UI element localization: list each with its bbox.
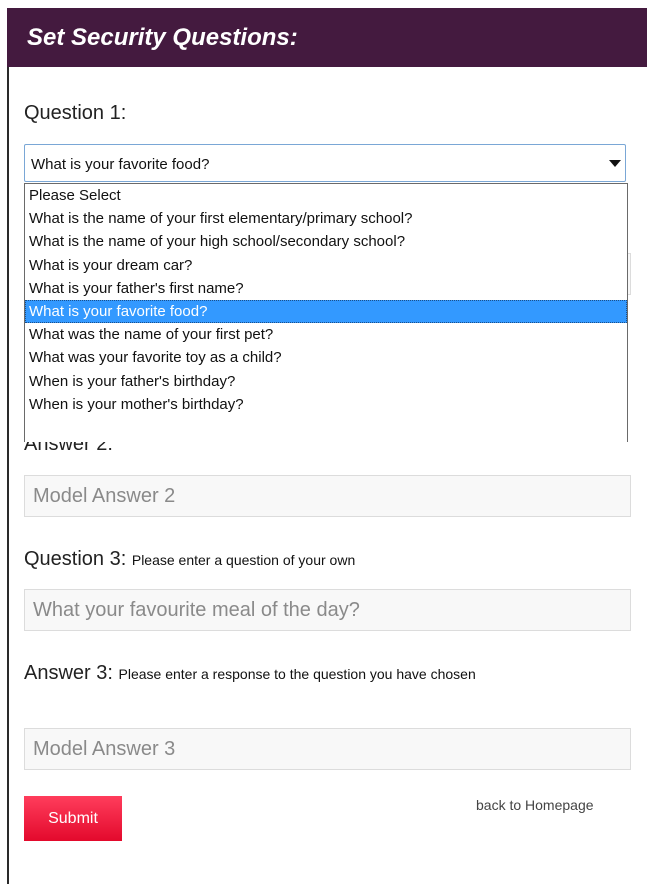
submit-button[interactable]: Submit: [24, 796, 122, 841]
page-title: Set Security Questions:: [27, 24, 298, 51]
answer-3-input[interactable]: [24, 728, 631, 770]
page-header: Set Security Questions:: [7, 8, 647, 67]
dropdown-option[interactable]: What was your favorite toy as a child?: [25, 346, 627, 369]
question-1-dropdown-list[interactable]: Please Select What is the name of your fi…: [24, 183, 628, 442]
question-3-label-row: Question 3: Please enter a question of y…: [24, 547, 355, 572]
dropdown-option[interactable]: Please Select: [25, 184, 627, 207]
answer-3-label-row: Answer 3: Please enter a response to the…: [24, 659, 624, 688]
panel-left-border: [7, 67, 9, 884]
chevron-down-icon[interactable]: [609, 160, 621, 167]
question-1-label: Question 1:: [24, 102, 127, 124]
dropdown-option[interactable]: What was the name of your first pet?: [25, 323, 627, 346]
dropdown-option[interactable]: When is your father's birthday?: [25, 370, 627, 393]
dropdown-option[interactable]: What is your favorite food?: [25, 299, 627, 324]
question-3-hint: Please enter a question of your own: [131, 552, 356, 568]
question-3-label: Question 3:: [24, 548, 127, 570]
dropdown-option[interactable]: What is the name of your high school/sec…: [25, 230, 627, 253]
question-3-input[interactable]: [24, 589, 631, 631]
dropdown-option[interactable]: What is the name of your first elementar…: [25, 207, 627, 230]
back-to-homepage-link[interactable]: back to Homepage: [476, 797, 594, 813]
dropdown-option[interactable]: What is your dream car?: [25, 254, 627, 277]
question-1-select[interactable]: What is your favorite food?: [24, 144, 626, 182]
dropdown-option[interactable]: What is your father's first name?: [25, 277, 627, 300]
answer-2-input[interactable]: [24, 475, 631, 517]
question-1-selected-value: What is your favorite food?: [31, 156, 210, 173]
answer-3-label: Answer 3:: [24, 662, 113, 684]
dropdown-option[interactable]: When is your mother's birthday?: [25, 393, 627, 416]
answer-3-hint: Please enter a response to the question …: [118, 666, 476, 682]
